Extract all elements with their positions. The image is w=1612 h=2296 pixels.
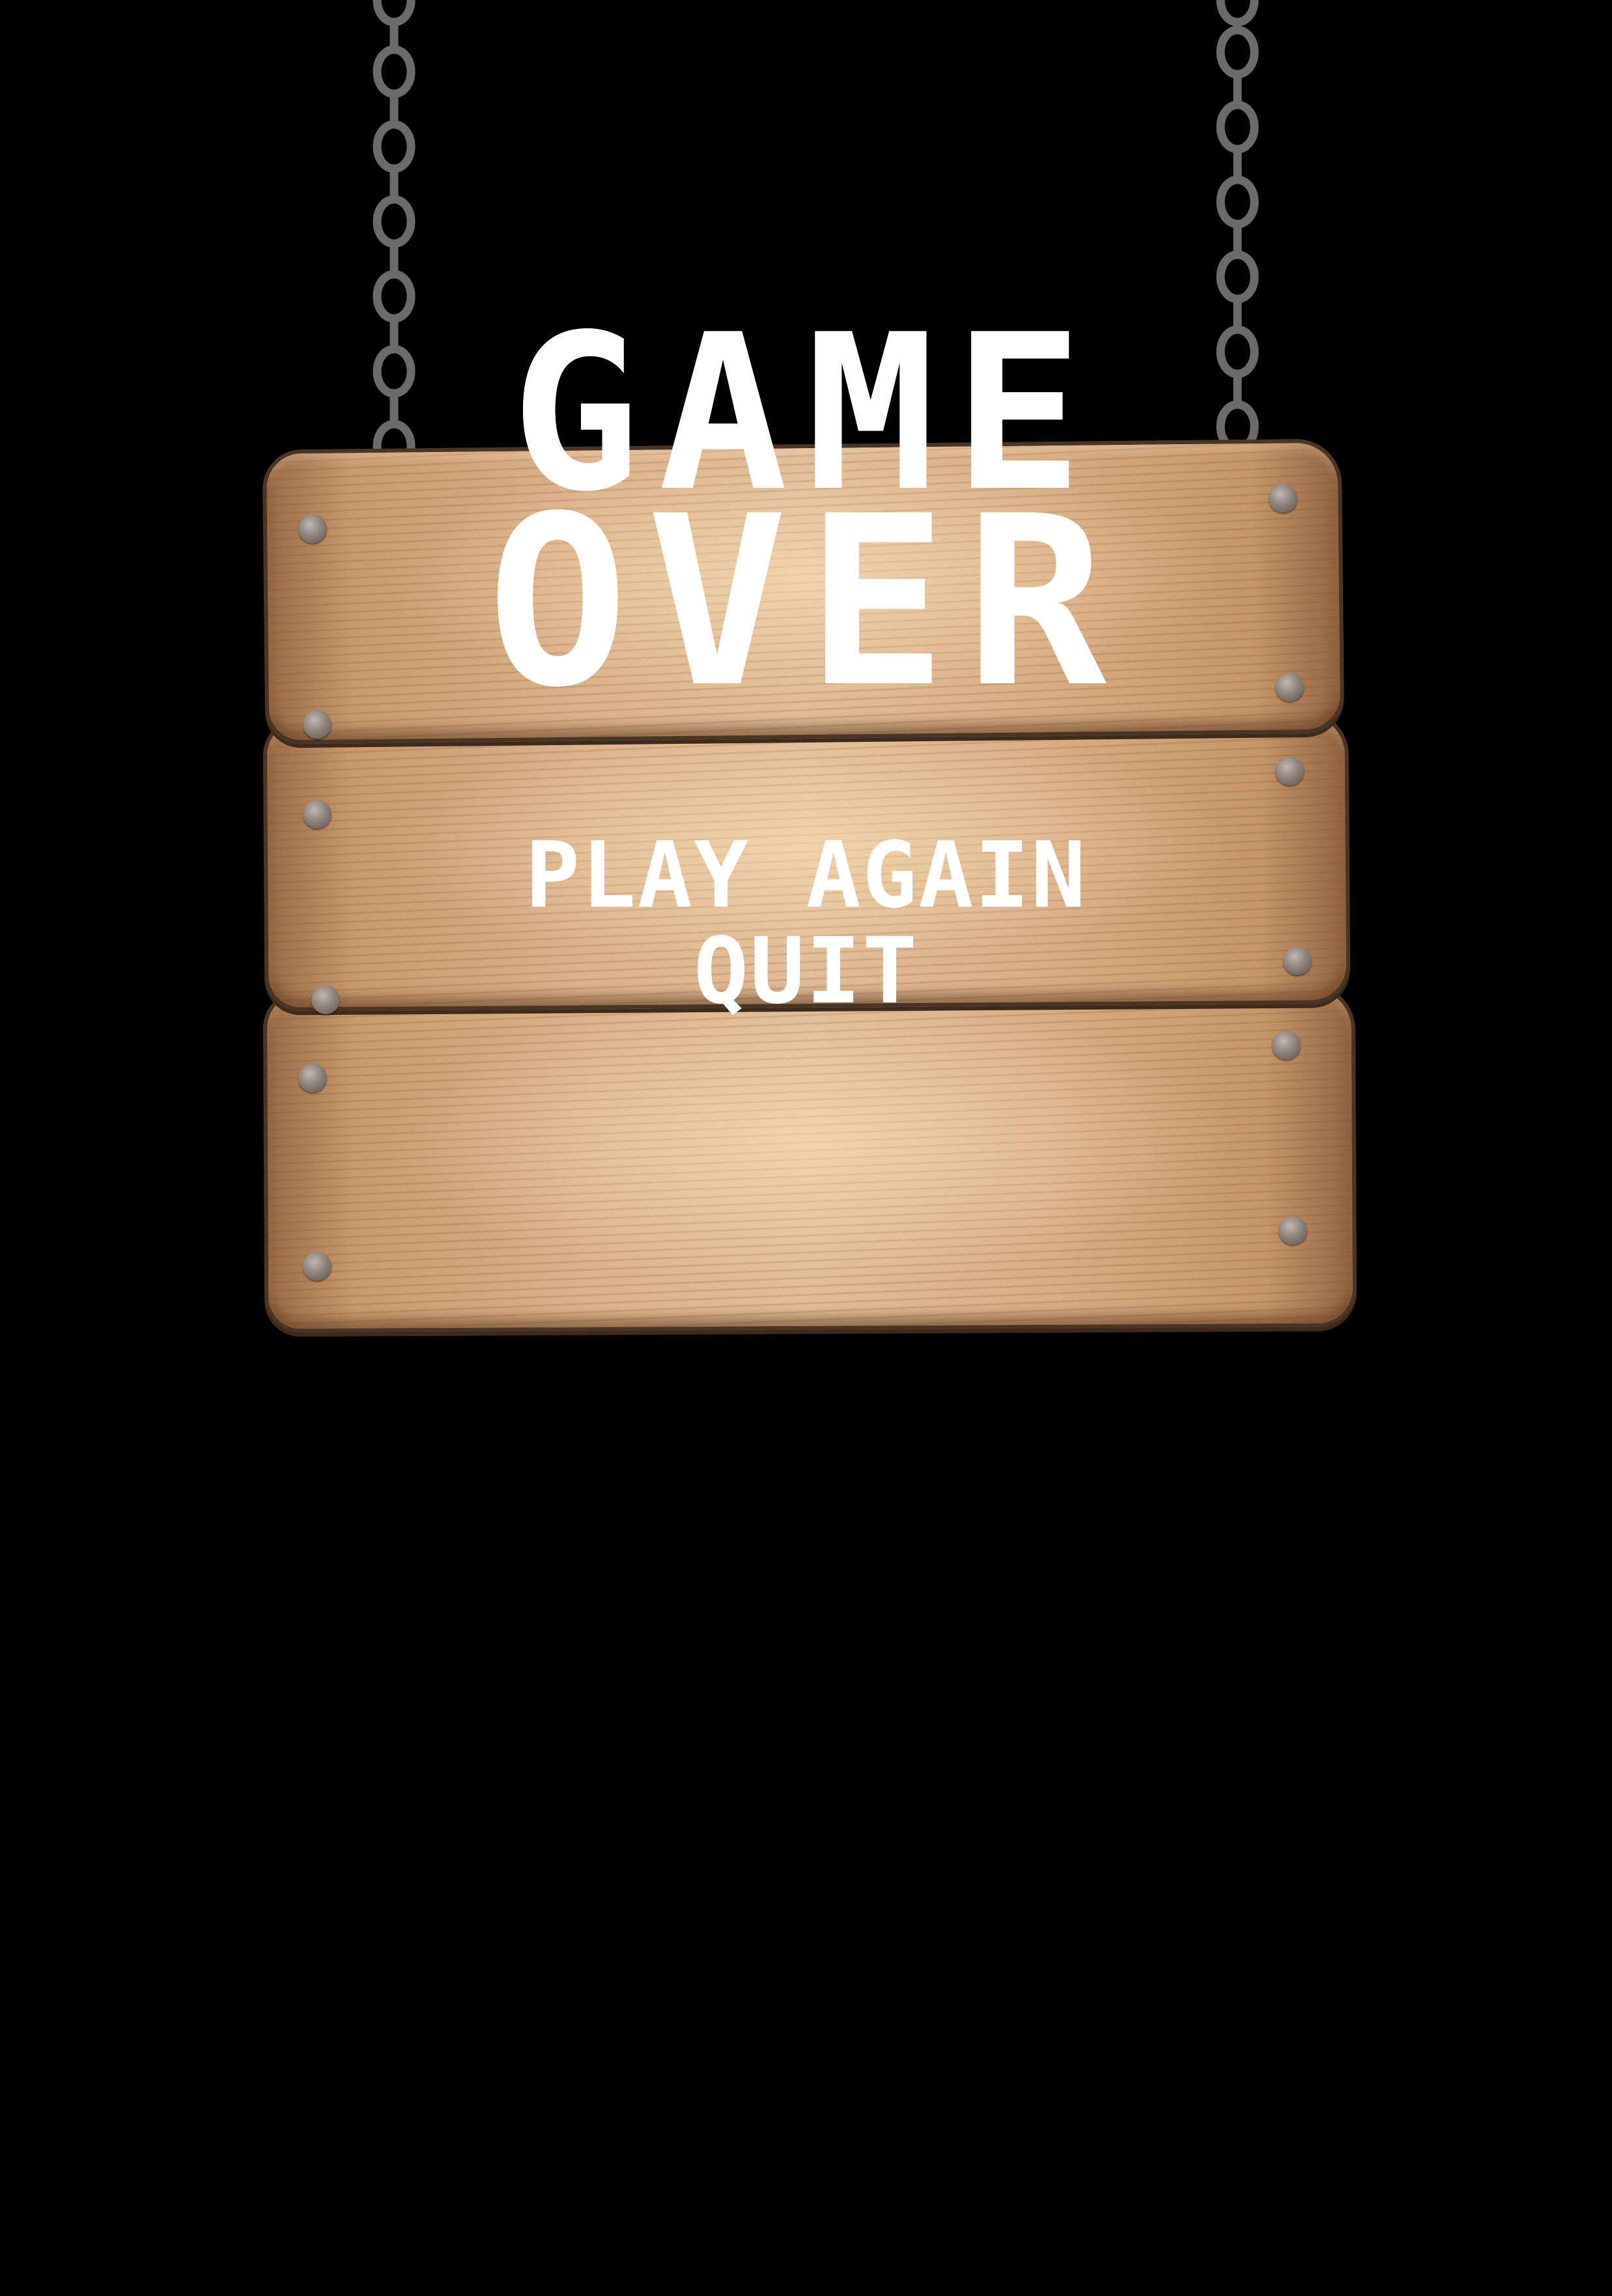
nail-icon bbox=[303, 800, 332, 829]
quit-button[interactable]: QUIT bbox=[0, 926, 1612, 1017]
play-again-button[interactable]: PLAY AGAIN bbox=[0, 830, 1612, 922]
nail-icon bbox=[1279, 1216, 1307, 1245]
nail-icon bbox=[1272, 1031, 1301, 1060]
title-over: OVER bbox=[487, 466, 1125, 739]
nail-icon bbox=[303, 1252, 332, 1281]
wood-plank-bottom bbox=[262, 984, 1357, 1333]
nail-icon bbox=[1275, 757, 1304, 786]
game-over-screen: GAME OVER PLAY AGAIN QUIT bbox=[0, 0, 1612, 2296]
nail-icon bbox=[298, 1064, 327, 1092]
